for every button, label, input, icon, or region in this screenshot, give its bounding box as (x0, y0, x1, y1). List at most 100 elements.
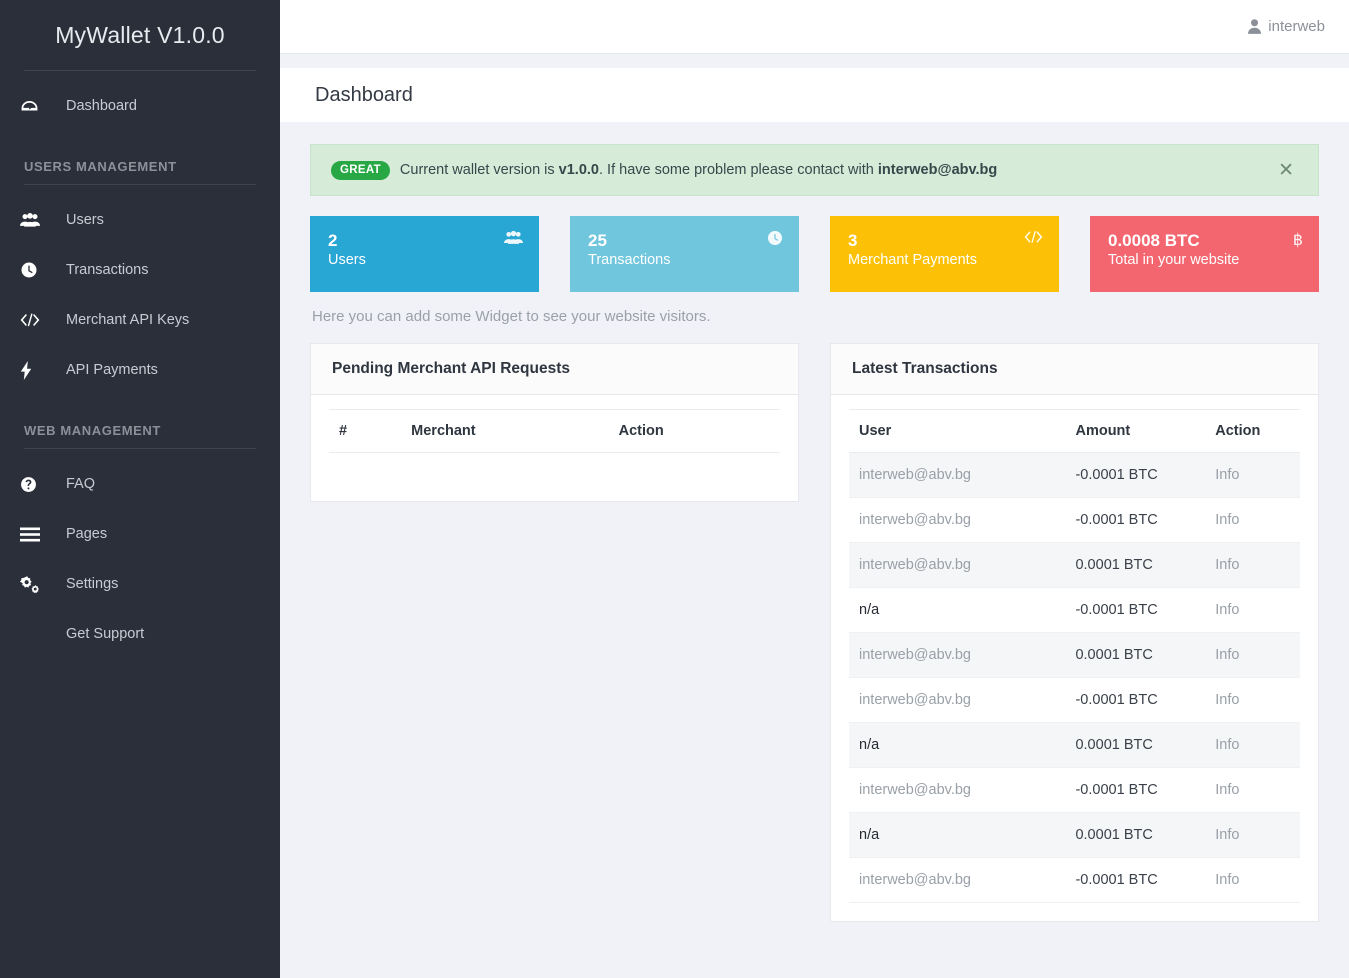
transaction-user-link[interactable]: interweb@abv.bg (849, 857, 1066, 903)
sidebar-item-label: Pages (66, 526, 108, 542)
sidebar-item-api-payments[interactable]: API Payments (0, 345, 280, 395)
sidebar-item-label: Dashboard (66, 98, 137, 114)
clock-circle-icon (20, 261, 66, 279)
transaction-user-value: n/a (849, 587, 1066, 633)
sidebar-section-title-users: USERS MANAGEMENT (24, 159, 177, 174)
column-header-user: User (849, 409, 1066, 453)
current-user-menu[interactable]: interweb (1248, 18, 1325, 35)
sidebar-item-label: FAQ (66, 476, 96, 492)
pending-empty-space (329, 453, 780, 483)
transaction-user-link[interactable]: interweb@abv.bg (849, 452, 1066, 498)
sidebar-item-settings[interactable]: Settings (0, 559, 280, 609)
table-row: interweb@abv.bg 0.0001 BTC Info (849, 542, 1300, 588)
stat-value: 3 (848, 231, 858, 250)
panel-title: Latest Transactions (852, 360, 998, 377)
table-header-row: User Amount Action (849, 409, 1300, 453)
transaction-info-link[interactable]: Info (1205, 767, 1300, 813)
stat-card-total-btc[interactable]: 0.0008 BTC Total in your website ฿ (1090, 216, 1319, 292)
sidebar-item-dashboard[interactable]: Dashboard (0, 81, 280, 131)
alert-text-before: Current wallet version is (399, 162, 559, 178)
sidebar: MyWallet V1.0.0 Dashboard USERS MANAGEME… (0, 0, 280, 978)
transaction-info-link[interactable]: Info (1205, 452, 1300, 498)
sidebar-item-label: Merchant API Keys (66, 312, 190, 328)
transaction-amount: -0.0001 BTC (1065, 767, 1206, 813)
transaction-user-link[interactable]: interweb@abv.bg (849, 677, 1066, 723)
column-header-action: Action (1205, 409, 1300, 453)
alert-text-middle: . If have some problem please contact wi… (598, 162, 878, 178)
table-row: interweb@abv.bg -0.0001 BTC Info (849, 767, 1300, 813)
transaction-amount: 0.0001 BTC (1065, 542, 1206, 588)
sidebar-item-transactions[interactable]: Transactions (0, 245, 280, 295)
page-title-band: Dashboard (280, 68, 1349, 122)
transaction-user-link[interactable]: interweb@abv.bg (849, 542, 1066, 588)
transaction-user-link[interactable]: interweb@abv.bg (849, 767, 1066, 813)
stat-label: Users (328, 252, 366, 269)
sidebar-item-label: Settings (66, 576, 119, 592)
panel-header: Pending Merchant API Requests (311, 344, 798, 395)
transaction-info-link[interactable]: Info (1205, 722, 1300, 768)
stat-label: Merchant Payments (848, 252, 977, 269)
main-region: interweb Dashboard GREAT Current wallet … (280, 0, 1349, 978)
transaction-info-link[interactable]: Info (1205, 497, 1300, 543)
panel-header: Latest Transactions (831, 344, 1318, 395)
close-x-icon[interactable]: ✕ (1272, 161, 1300, 180)
sidebar-primary-nav: Dashboard (0, 71, 280, 131)
latest-transactions-table: User Amount Action interweb@abv.bg -0.000… (849, 409, 1300, 903)
sidebar-item-label: Get Support (66, 626, 145, 642)
transaction-info-link[interactable]: Info (1205, 632, 1300, 678)
stat-card-merchant-payments[interactable]: 3 Merchant Payments (830, 216, 1059, 292)
top-bar: interweb (280, 0, 1349, 54)
transaction-info-link[interactable]: Info (1205, 542, 1300, 588)
table-body: interweb@abv.bg -0.0001 BTC Info interweb@a… (849, 452, 1300, 903)
column-header-action: Action (608, 409, 780, 453)
table-header: User Amount Action (849, 409, 1300, 453)
table-header-row: # Merchant Action (329, 409, 780, 453)
stat-card-transactions[interactable]: 25 Transactions (570, 216, 799, 292)
content-area: GREAT Current wallet version is v1.0.0. … (280, 122, 1349, 978)
transaction-amount: -0.0001 BTC (1065, 452, 1206, 498)
pending-merchant-api-requests-panel: Pending Merchant API Requests # Merchant… (310, 343, 799, 502)
transaction-info-link[interactable]: Info (1205, 812, 1300, 858)
transaction-user-link[interactable]: interweb@abv.bg (849, 497, 1066, 543)
table-row: n/a -0.0001 BTC Info (849, 587, 1300, 633)
table-row: interweb@abv.bg 0.0001 BTC Info (849, 632, 1300, 678)
sidebar-item-users[interactable]: Users (0, 195, 280, 245)
clock-circle-icon (767, 230, 783, 246)
current-user-name: interweb (1268, 18, 1325, 35)
widget-hint-text: Here you can add some Widget to see your… (312, 308, 711, 325)
latest-transactions-panel: Latest Transactions User Amount Action i… (830, 343, 1319, 922)
stat-label: Transactions (588, 252, 671, 269)
sidebar-item-get-support[interactable]: Get Support (0, 609, 280, 659)
transaction-info-link[interactable]: Info (1205, 857, 1300, 903)
sidebar-item-label: Transactions (66, 262, 149, 278)
app-brand-title: MyWallet V1.0.0 (55, 21, 225, 48)
code-brackets-icon (1024, 230, 1043, 244)
panel-title: Pending Merchant API Requests (332, 360, 570, 377)
stat-value: 0.0008 BTC (1108, 231, 1200, 250)
transaction-amount: -0.0001 BTC (1065, 587, 1206, 633)
stat-label: Total in your website (1108, 252, 1240, 269)
transaction-amount: -0.0001 BTC (1065, 497, 1206, 543)
stat-value: 2 (328, 231, 338, 250)
alert-version: v1.0.0 (558, 162, 599, 178)
table-row: interweb@abv.bg -0.0001 BTC Info (849, 677, 1300, 723)
table-row: n/a 0.0001 BTC Info (849, 722, 1300, 768)
column-header-amount: Amount (1065, 409, 1206, 453)
transaction-info-link[interactable]: Info (1205, 677, 1300, 723)
table-row: interweb@abv.bg -0.0001 BTC Info (849, 857, 1300, 903)
sidebar-nav-users-management: Users Transactions Merchant API Keys API… (0, 185, 280, 395)
question-circle-icon (20, 476, 66, 493)
transaction-amount: -0.0001 BTC (1065, 677, 1206, 723)
transaction-info-link[interactable]: Info (1205, 587, 1300, 633)
sidebar-item-pages[interactable]: Pages (0, 509, 280, 559)
version-alert: GREAT Current wallet version is v1.0.0. … (310, 144, 1319, 196)
panel-body: User Amount Action interweb@abv.bg -0.000… (831, 395, 1318, 921)
stat-card-users[interactable]: 2 Users (310, 216, 539, 292)
transaction-amount: -0.0001 BTC (1065, 857, 1206, 903)
title-top-spacer (280, 54, 1349, 68)
transaction-amount: 0.0001 BTC (1065, 722, 1206, 768)
sidebar-item-merchant-api-keys[interactable]: Merchant API Keys (0, 295, 280, 345)
dashboard-gauge-icon (20, 97, 66, 116)
sidebar-item-faq[interactable]: FAQ (0, 459, 280, 509)
transaction-user-link[interactable]: interweb@abv.bg (849, 632, 1066, 678)
